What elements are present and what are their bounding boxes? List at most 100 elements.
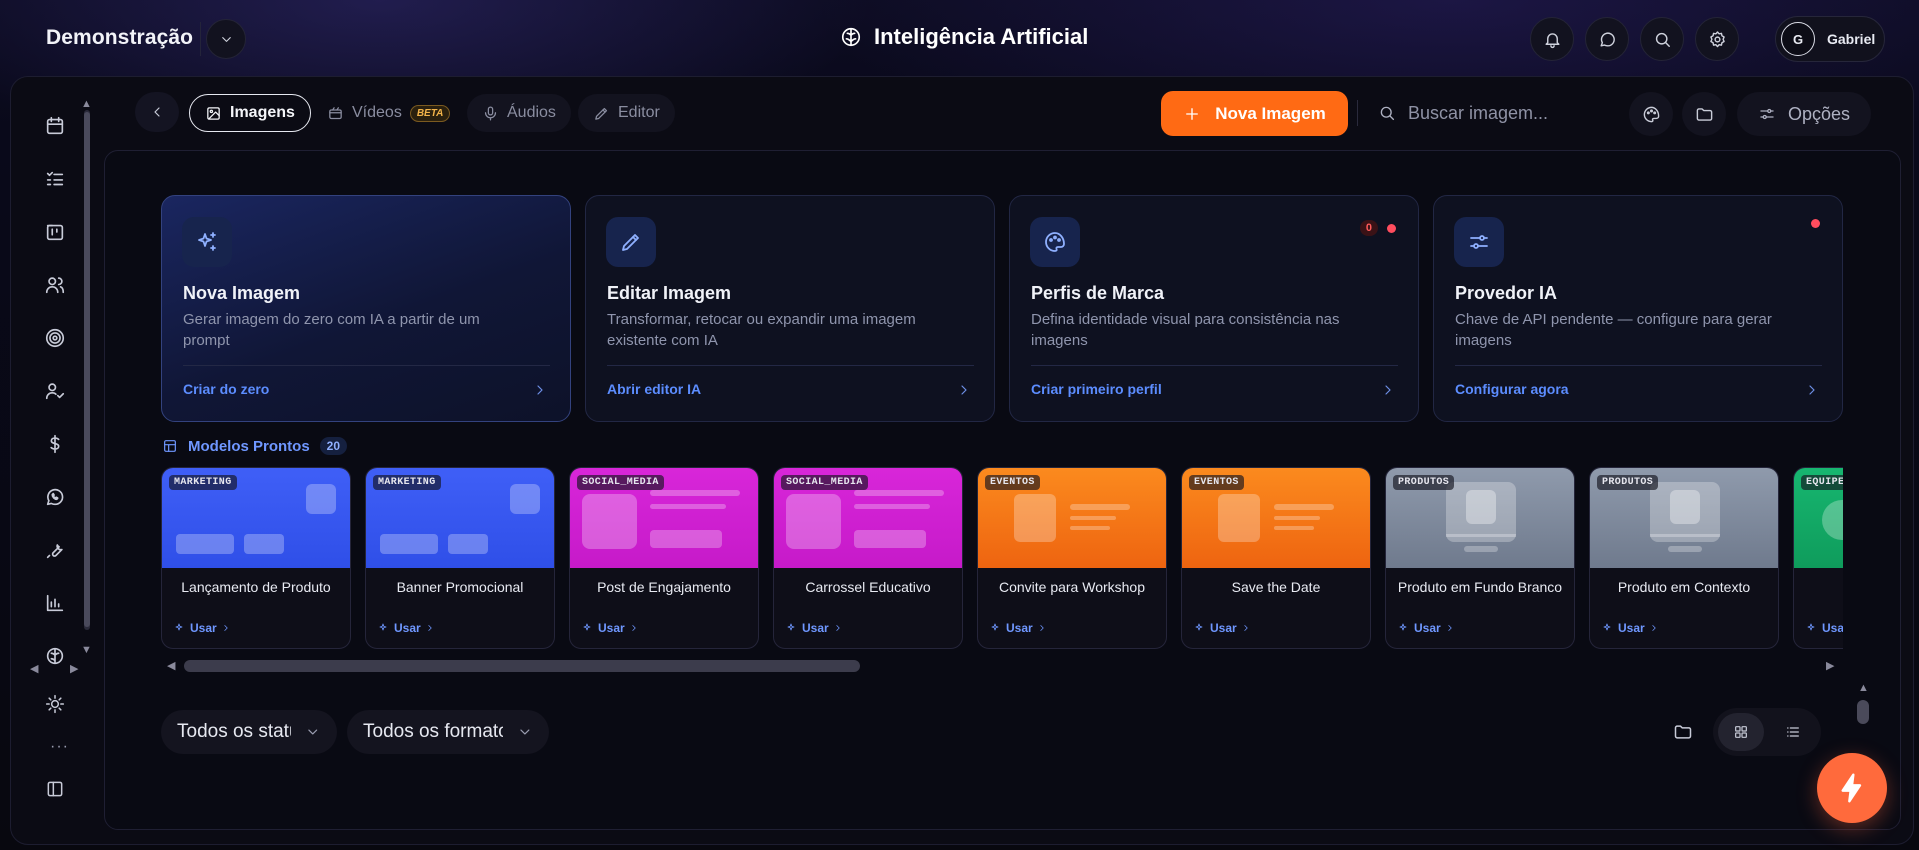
grid-view-button[interactable] (1718, 713, 1764, 751)
notifications-button[interactable] (1530, 17, 1574, 61)
tab-videos[interactable]: Vídeos BETA (312, 94, 465, 132)
use-template-link[interactable]: Usar (378, 621, 435, 635)
use-template-link[interactable]: Usar (174, 621, 231, 635)
tab-label: Imagens (230, 104, 295, 121)
card-description: Defina identidade visual para consistênc… (1031, 311, 1340, 349)
tab-audios[interactable]: Áudios (467, 94, 571, 132)
dollar-icon[interactable] (44, 433, 66, 455)
carousel-scrollbar-thumb[interactable] (184, 660, 860, 672)
template-name: Save the Date (1231, 579, 1321, 595)
workspace-dropdown-button[interactable] (206, 19, 246, 59)
scroll-left-arrow-icon[interactable]: ◀ (30, 662, 38, 675)
template-card[interactable]: SOCIAL_MEDIA Post de Engajamento Usar (569, 467, 759, 649)
bar-chart-icon[interactable] (44, 592, 66, 614)
use-template-link[interactable]: Usar (582, 621, 639, 635)
user-menu[interactable]: G Gabriel (1775, 16, 1885, 62)
brain-icon[interactable] (44, 645, 66, 667)
gear-icon (1708, 30, 1727, 49)
app-title: Inteligência Artificial (840, 24, 1088, 50)
chevron-right-icon (1445, 623, 1455, 633)
template-card[interactable]: PRODUTOS Produto em Contexto Usar (1589, 467, 1779, 649)
sidebar-scrollbar-thumb[interactable] (84, 112, 90, 627)
tab-editor[interactable]: Editor (578, 94, 675, 132)
template-card[interactable]: EVENTOS Convite para Workshop Usar (977, 467, 1167, 649)
wrench-icon[interactable] (44, 539, 66, 561)
chat-bubble-icon (1598, 30, 1617, 49)
carousel-scroll-right-icon[interactable]: ▶ (1826, 659, 1834, 672)
messages-button[interactable] (1585, 17, 1629, 61)
templates-count: 20 (319, 437, 348, 455)
carousel-scroll-left-icon[interactable]: ◀ (167, 659, 175, 672)
tab-label: Vídeos (352, 104, 402, 121)
folder-icon (1695, 105, 1714, 124)
search-input[interactable] (1408, 102, 1608, 124)
card-link[interactable]: Abrir editor IA (607, 381, 701, 397)
template-card[interactable]: PRODUTOS Produto em Fundo Branco Usar (1385, 467, 1575, 649)
more-icon[interactable]: ··· (50, 738, 69, 756)
kanban-icon[interactable] (44, 221, 66, 243)
card-divider (1031, 365, 1398, 366)
page-scrollbar-thumb[interactable] (1857, 700, 1869, 724)
template-card[interactable]: MARKETING Banner Promocional Usar (365, 467, 555, 649)
sun-icon[interactable] (45, 694, 65, 714)
template-name: Convite para Workshop (998, 579, 1146, 595)
card-edit-image[interactable]: Editar Imagem Transformar, retocar ou ex… (585, 195, 995, 422)
sidebar-toggle-icon[interactable] (45, 779, 65, 799)
chevron-right-icon (425, 623, 435, 633)
templates-header: Modelos Prontos 20 (162, 437, 348, 455)
users-icon[interactable] (44, 274, 66, 296)
template-card[interactable]: EQUIPE Boas-vindas Usar (1793, 467, 1843, 649)
scroll-right-arrow-icon[interactable]: ▶ (70, 662, 78, 675)
chevron-right-icon (532, 382, 548, 398)
category-tag: EVENTOS (1189, 475, 1244, 490)
use-template-link[interactable]: Usar (1194, 621, 1251, 635)
status-filter[interactable]: Todos os status (161, 710, 337, 754)
options-button[interactable]: Opções (1737, 92, 1871, 136)
chevron-right-icon (1380, 382, 1396, 398)
brand-palette-button[interactable] (1629, 92, 1673, 136)
chevron-right-icon (956, 382, 972, 398)
template-card[interactable]: MARKETING Lançamento de Produto Usar (161, 467, 351, 649)
chevron-left-icon (149, 104, 165, 120)
use-label: Usar (190, 621, 217, 635)
search-button[interactable] (1640, 17, 1684, 61)
templates-carousel[interactable]: MARKETING Lançamento de Produto Usar MARKET… (161, 460, 1843, 655)
template-card[interactable]: EVENTOS Save the Date Usar (1181, 467, 1371, 649)
target-icon[interactable] (44, 327, 66, 349)
scroll-down-arrow-icon[interactable]: ▼ (81, 644, 92, 656)
card-divider (607, 365, 974, 366)
page-scroll-up-icon[interactable]: ▲ (1858, 682, 1869, 694)
card-brand-profiles[interactable]: 0 Perfis de Marca Defina identidade visu… (1009, 195, 1419, 422)
list-view-button[interactable] (1770, 713, 1816, 751)
category-tag: MARKETING (373, 475, 441, 490)
checklist-icon[interactable] (44, 168, 66, 190)
template-card[interactable]: SOCIAL_MEDIA Carrossel Educativo Usar (773, 467, 963, 649)
template-name: Produto em Fundo Branco (1397, 579, 1563, 595)
card-link[interactable]: Configurar agora (1455, 381, 1569, 397)
settings-button[interactable] (1695, 17, 1739, 61)
tab-imagens[interactable]: Imagens (189, 94, 311, 132)
back-button[interactable] (135, 92, 179, 132)
new-image-button[interactable]: Nova Imagem (1161, 91, 1348, 136)
whatsapp-icon[interactable] (44, 486, 66, 508)
format-filter[interactable]: Todos os formatos (347, 710, 549, 754)
new-image-label: Nova Imagem (1215, 103, 1326, 123)
card-ai-provider[interactable]: Provedor IA Chave de API pendente — conf… (1433, 195, 1843, 422)
use-template-link[interactable]: Usar (990, 621, 1047, 635)
use-template-link[interactable]: Usar (786, 621, 843, 635)
user-check-icon[interactable] (44, 380, 66, 402)
image-search[interactable] (1366, 92, 1618, 134)
folder-button[interactable] (1682, 92, 1726, 136)
quick-action-button[interactable] (1817, 753, 1887, 823)
sparkles-icon (1398, 622, 1410, 634)
use-template-link[interactable]: Usar (1602, 621, 1659, 635)
card-title: Editar Imagem (607, 283, 732, 303)
use-template-link[interactable]: Usar (1806, 621, 1843, 635)
use-template-link[interactable]: Usar (1398, 621, 1455, 635)
calendar-icon[interactable] (44, 115, 66, 137)
card-link[interactable]: Criar primeiro perfil (1031, 381, 1162, 397)
scroll-up-arrow-icon[interactable]: ▲ (81, 98, 92, 110)
card-link[interactable]: Criar do zero (183, 381, 269, 397)
card-new-image[interactable]: Nova Imagem Gerar imagem do zero com IA … (161, 195, 571, 422)
folder-icon[interactable] (1673, 722, 1693, 742)
